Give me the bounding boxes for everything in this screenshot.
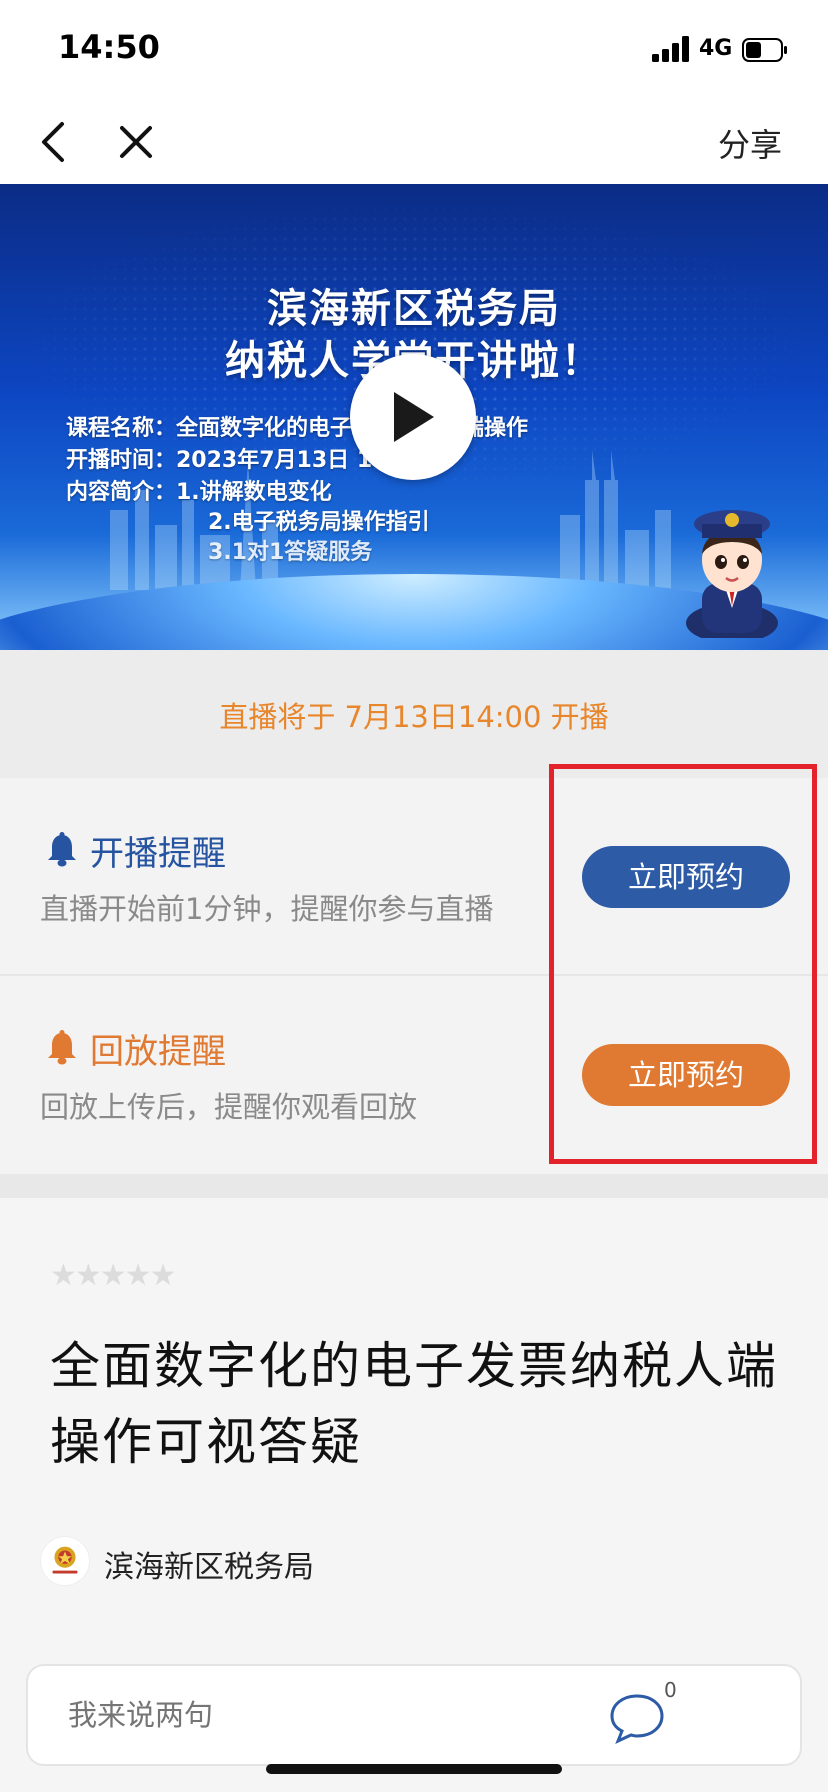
course-title: 全面数字化的电子发票纳税人端操作可视答疑 xyxy=(50,1337,778,1471)
org-name[interactable]: 滨海新区税务局 xyxy=(104,1542,314,1586)
video-info-intro: 内容简介：1.讲解数电变化 xyxy=(66,480,332,505)
nav-bar: 分享 xyxy=(0,100,828,184)
tax-officer-mascot-image xyxy=(686,510,778,638)
video-info-intro-2: 2.电子税务局操作指引 xyxy=(208,510,430,535)
comment-bar: 0 xyxy=(26,1664,802,1766)
network-label: 4G xyxy=(699,36,733,61)
live-reminder-title: 开播提醒 xyxy=(90,834,226,874)
home-indicator xyxy=(266,1764,562,1774)
bell-icon xyxy=(48,832,76,867)
section-divider xyxy=(0,1174,828,1198)
replay-reminder-title: 回放提醒 xyxy=(90,1032,226,1072)
replay-reminder-desc: 回放上传后，提醒你观看回放 xyxy=(40,1090,418,1124)
play-icon xyxy=(394,392,434,442)
video-info-intro-3: 3.1对1答疑服务 xyxy=(208,540,373,565)
video-title-line1: 滨海新区税务局 xyxy=(267,286,561,332)
video-player[interactable]: 滨海新区税务局 纳税人学堂开讲啦！ 课程名称：全面数字化的电子发票纳税人端操作 … xyxy=(0,184,828,650)
rating-stars: ★★★★★ xyxy=(50,1258,176,1293)
close-icon[interactable] xyxy=(114,118,158,166)
status-time: 14:50 xyxy=(58,28,160,66)
live-start-text: 直播将于 7月13日14:00 开播 xyxy=(219,700,609,734)
bell-icon xyxy=(48,1030,76,1065)
comment-input[interactable] xyxy=(68,1698,468,1732)
share-button[interactable]: 分享 xyxy=(718,120,782,166)
highlight-box xyxy=(549,764,817,1164)
live-notice: 直播将于 7月13日14:00 开播 xyxy=(0,650,828,778)
comment-count: 0 xyxy=(664,1678,677,1702)
comment-bubble-icon[interactable] xyxy=(608,1692,666,1744)
back-icon[interactable] xyxy=(32,116,76,168)
status-bar: 14:50 4G xyxy=(0,0,828,100)
battery-icon xyxy=(742,38,787,62)
play-button[interactable] xyxy=(350,354,476,480)
tax-bureau-logo-icon[interactable] xyxy=(40,1536,90,1586)
signal-icon xyxy=(652,36,689,62)
live-reminder-desc: 直播开始前1分钟，提醒你参与直播 xyxy=(40,892,494,926)
